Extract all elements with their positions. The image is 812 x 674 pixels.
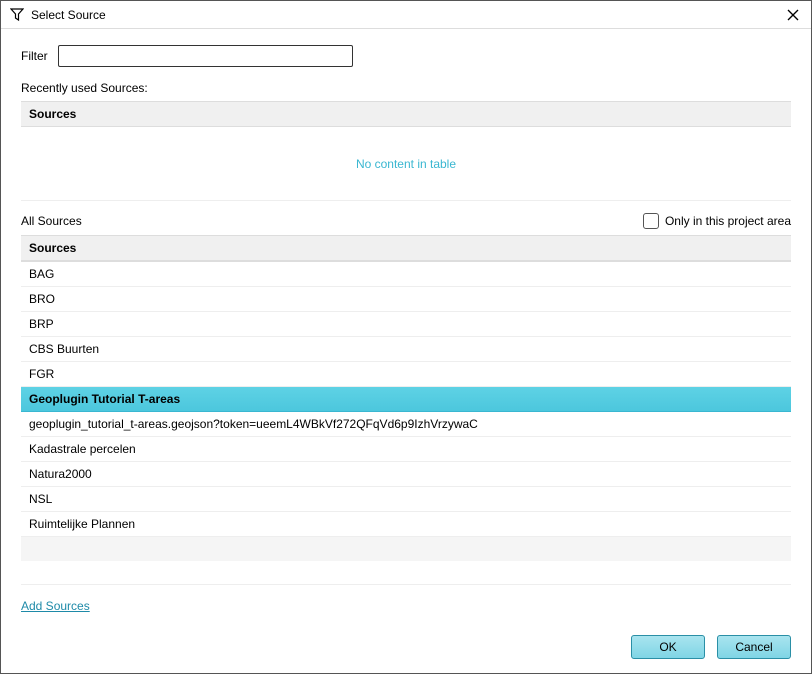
cancel-button[interactable]: Cancel — [717, 635, 791, 659]
no-content-text: No content in table — [356, 157, 456, 171]
add-sources-link[interactable]: Add Sources — [21, 599, 90, 613]
filter-input[interactable] — [58, 45, 353, 67]
titlebar: Select Source — [1, 1, 811, 29]
project-area-checkbox[interactable] — [643, 213, 659, 229]
source-row[interactable]: Geoplugin Tutorial T-areas — [21, 387, 791, 412]
recent-sources-label: Recently used Sources: — [21, 81, 791, 95]
empty-row — [21, 561, 791, 585]
all-sources-row: All Sources Only in this project area — [21, 213, 791, 229]
source-row[interactable]: Ruimtelijke Plannen — [21, 512, 791, 537]
window-title: Select Source — [31, 8, 783, 22]
source-row[interactable]: Natura2000 — [21, 462, 791, 487]
empty-row — [21, 537, 791, 561]
source-row[interactable]: CBS Buurten — [21, 337, 791, 362]
source-row[interactable]: NSL — [21, 487, 791, 512]
source-row[interactable]: BAG — [21, 262, 791, 287]
source-row[interactable]: FGR — [21, 362, 791, 387]
close-button[interactable] — [783, 5, 803, 25]
source-row[interactable]: Kadastrale percelen — [21, 437, 791, 462]
filter-row: Filter — [21, 45, 791, 67]
ok-button[interactable]: OK — [631, 635, 705, 659]
recent-sources-header: Sources — [21, 101, 791, 127]
dialog-body: Filter Recently used Sources: Sources No… — [1, 29, 811, 623]
all-sources-list: BAGBROBRPCBS BuurtenFGRGeoplugin Tutoria… — [21, 261, 791, 585]
select-source-dialog: Select Source Filter Recently used Sourc… — [0, 0, 812, 674]
project-area-checkbox-label: Only in this project area — [665, 214, 791, 228]
source-row[interactable]: BRO — [21, 287, 791, 312]
recent-sources-empty: No content in table — [21, 127, 791, 201]
project-area-checkbox-group: Only in this project area — [643, 213, 791, 229]
filter-label: Filter — [21, 49, 48, 63]
filter-icon — [9, 7, 25, 23]
all-sources-label: All Sources — [21, 214, 82, 228]
all-sources-header: Sources — [21, 235, 791, 261]
source-row[interactable]: geoplugin_tutorial_t-areas.geojson?token… — [21, 412, 791, 437]
source-row[interactable]: BRP — [21, 312, 791, 337]
dialog-footer: OK Cancel — [1, 623, 811, 673]
